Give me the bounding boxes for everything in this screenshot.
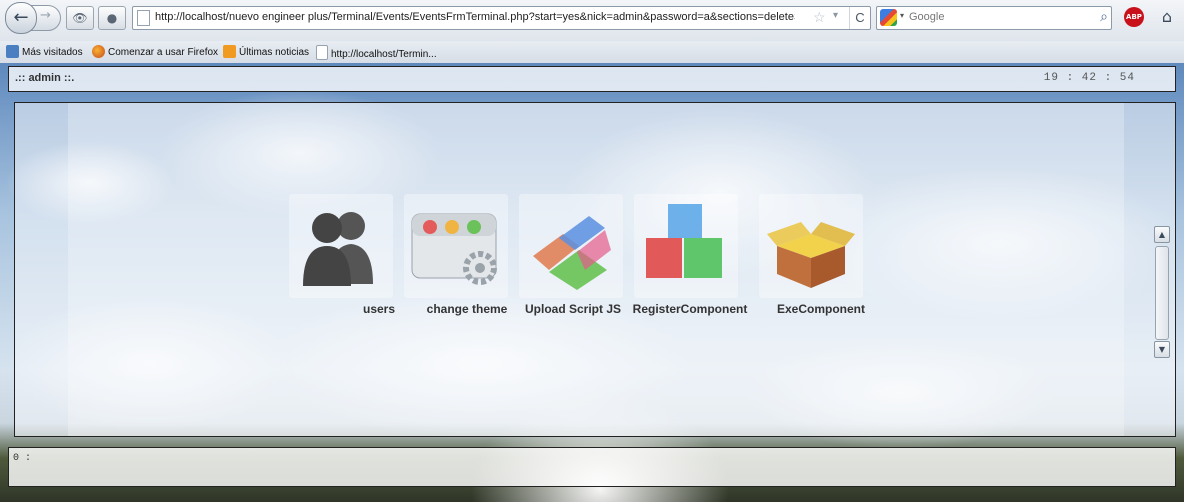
google-logo-icon[interactable] [880, 9, 897, 26]
back-forward-group: ← → [5, 2, 61, 34]
scroll-down-button[interactable]: ▼ [1154, 341, 1170, 358]
search-placeholder: Google [909, 11, 945, 23]
header-bar: .:: admin ::. 19 : 42 : 54 [8, 66, 1176, 92]
address-bar[interactable]: http://localhost/nuevo engineer plus/Ter… [132, 6, 871, 30]
scroll-up-button[interactable]: ▲ [1154, 226, 1170, 243]
change-theme-label[interactable]: change theme [427, 302, 508, 316]
magnifier-icon [6, 45, 19, 58]
bookmark-label: Últimas noticias [239, 47, 310, 58]
console-prompt: 0 : [13, 453, 32, 464]
web-page: .:: admin ::. 19 : 42 : 54 users change … [0, 63, 1184, 502]
bookmark-label: Más visitados [22, 47, 83, 58]
clock: 19 : 42 : 54 [1043, 72, 1135, 84]
search-bar[interactable]: ▾ Google ⌕ [876, 6, 1112, 30]
register-component-tile[interactable] [634, 194, 738, 298]
users-label[interactable]: users [363, 302, 395, 316]
history-button[interactable]: 👁 [66, 6, 94, 30]
navigation-row: ← → 👁 ● http://localhost/nuevo engineer … [0, 2, 1184, 35]
browser-toolbar: ← → 👁 ● http://localhost/nuevo engineer … [0, 0, 1184, 41]
back-button[interactable]: ← [5, 2, 37, 34]
stop-button[interactable]: ● [98, 6, 126, 30]
page-icon [137, 10, 150, 26]
bookmark-getting-started[interactable]: Comenzar a usar Firefox [92, 45, 218, 58]
desktop-scrollbar[interactable]: ▲ ▼ [1154, 226, 1170, 358]
firefox-icon [92, 45, 105, 58]
reload-button[interactable]: C [849, 7, 870, 29]
page-icon [316, 45, 328, 60]
rss-icon [223, 45, 236, 58]
puzzle-blocks-icon [533, 216, 611, 290]
logged-user: .:: admin ::. [15, 72, 75, 84]
open-box-icon [767, 222, 855, 288]
url-text[interactable]: http://localhost/nuevo engineer plus/Ter… [155, 11, 795, 23]
stacked-cubes-icon [646, 204, 722, 278]
exe-component-tile[interactable] [759, 194, 863, 298]
search-engine-dropdown-icon[interactable]: ▾ [900, 11, 904, 20]
change-theme-tile[interactable] [404, 194, 508, 298]
bookmark-localhost[interactable]: http://localhost/Termin... [316, 45, 437, 60]
adblock-plus-button[interactable]: ABP [1122, 6, 1150, 28]
exe-component-label[interactable]: ExeComponent [777, 302, 865, 316]
bookmark-latest-news[interactable]: Últimas noticias [223, 45, 309, 58]
bookmark-label: Comenzar a usar Firefox [108, 47, 219, 58]
forward-button[interactable]: → [40, 8, 51, 23]
bookmarks-toolbar: Más visitados Comenzar a usar Firefox Úl… [0, 41, 1184, 64]
console-bar[interactable]: 0 : [8, 447, 1176, 487]
desktop-panel: users change theme Upload Script JS Regi… [14, 102, 1176, 437]
scroll-thumb[interactable] [1155, 246, 1169, 340]
home-icon[interactable]: ⌂ [1155, 6, 1179, 28]
theme-window-icon [411, 213, 497, 285]
url-history-dropdown-icon[interactable]: ▾ [833, 10, 838, 21]
bookmark-label: http://localhost/Termin... [331, 49, 437, 60]
upload-script-tile[interactable] [519, 194, 623, 298]
bookmark-most-visited[interactable]: Más visitados [6, 45, 83, 58]
users-icon [303, 212, 373, 286]
upload-script-label[interactable]: Upload Script JS [525, 302, 621, 316]
bookmark-star-icon[interactable]: ☆ [813, 9, 826, 26]
register-component-label[interactable]: RegisterComponent [633, 302, 748, 316]
search-icon[interactable]: ⌕ [1100, 8, 1108, 25]
users-tile[interactable] [289, 194, 393, 298]
adblock-plus-icon: ABP [1124, 7, 1144, 27]
